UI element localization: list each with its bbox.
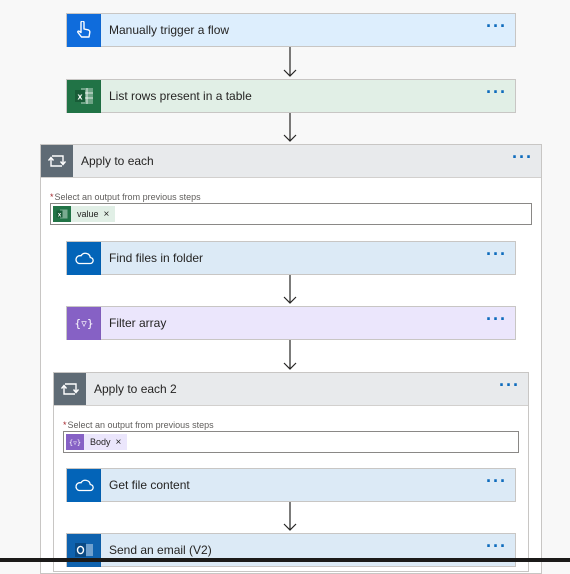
connector-arrow-icon xyxy=(283,275,297,304)
more-options-icon[interactable]: ··· xyxy=(486,537,507,559)
filter-icon: {▿} xyxy=(66,434,84,450)
excel-icon: x xyxy=(53,206,71,222)
step-label: Manually trigger a flow xyxy=(109,23,230,37)
apply-to-each-header[interactable]: Apply to each ··· xyxy=(41,145,541,178)
step-label: Send an email (V2) xyxy=(109,543,212,557)
hand-pointer-icon xyxy=(67,13,101,47)
field-label-text: Select an output from previous steps xyxy=(54,192,201,202)
token-value[interactable]: x value × xyxy=(53,206,116,222)
connector-arrow-icon xyxy=(283,340,297,370)
select-output-field[interactable]: {▿} Body × xyxy=(63,431,519,453)
select-output-label: *Select an output from previous steps xyxy=(50,192,201,202)
remove-token-icon[interactable]: × xyxy=(104,209,110,220)
step-filter-array[interactable]: {▿} Filter array ··· xyxy=(66,306,516,340)
svg-text:x: x xyxy=(77,92,82,102)
more-options-icon[interactable]: ··· xyxy=(486,17,507,39)
step-manually-trigger[interactable]: Manually trigger a flow ··· xyxy=(66,13,516,47)
select-output-field[interactable]: x value × xyxy=(50,203,532,225)
more-options-icon[interactable]: ··· xyxy=(512,148,533,170)
remove-token-icon[interactable]: × xyxy=(116,437,122,448)
apply-to-each-2-header[interactable]: Apply to each 2 ··· xyxy=(54,373,528,406)
svg-text:{▿}: {▿} xyxy=(69,439,81,447)
field-label-text: Select an output from previous steps xyxy=(67,420,214,430)
step-get-file-content[interactable]: Get file content ··· xyxy=(66,468,516,502)
required-mark: * xyxy=(50,192,54,202)
token-body[interactable]: {▿} Body × xyxy=(66,434,128,450)
token-label: Body xyxy=(90,437,111,447)
connector-arrow-icon xyxy=(283,47,297,77)
loop-title: Apply to each xyxy=(81,154,154,168)
required-mark: * xyxy=(63,420,67,430)
step-list-rows[interactable]: x List rows present in a table ··· xyxy=(66,79,516,113)
step-label: List rows present in a table xyxy=(109,89,252,103)
svg-text:{▿}: {▿} xyxy=(74,317,94,330)
flow-canvas: Manually trigger a flow ··· x List rows … xyxy=(0,0,570,574)
onedrive-icon xyxy=(67,468,101,502)
step-label: Filter array xyxy=(109,316,167,330)
connector-arrow-icon xyxy=(283,502,297,531)
step-label: Find files in folder xyxy=(109,251,204,265)
loop-icon xyxy=(54,373,86,405)
select-output-label: *Select an output from previous steps xyxy=(63,420,214,430)
excel-icon: x xyxy=(67,79,101,113)
filter-icon: {▿} xyxy=(67,306,101,340)
more-options-icon[interactable]: ··· xyxy=(486,310,507,332)
onedrive-icon xyxy=(67,241,101,275)
step-label: Get file content xyxy=(109,478,190,492)
loop-icon xyxy=(41,145,73,177)
bottom-border xyxy=(0,558,570,562)
connector-arrow-icon xyxy=(283,113,297,142)
step-find-files[interactable]: Find files in folder ··· xyxy=(66,241,516,275)
more-options-icon[interactable]: ··· xyxy=(486,83,507,105)
more-options-icon[interactable]: ··· xyxy=(486,245,507,267)
loop-title: Apply to each 2 xyxy=(94,382,177,396)
more-options-icon[interactable]: ··· xyxy=(486,472,507,494)
token-label: value xyxy=(77,209,99,219)
more-options-icon[interactable]: ··· xyxy=(499,376,520,398)
